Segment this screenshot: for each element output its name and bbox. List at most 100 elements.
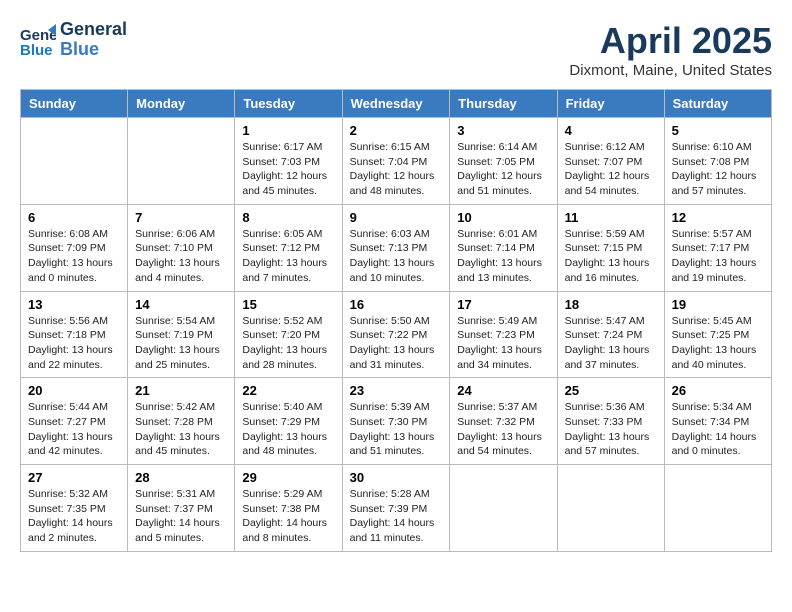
calendar-week-row: 20Sunrise: 5:44 AM Sunset: 7:27 PM Dayli…	[21, 378, 772, 465]
calendar-cell: 23Sunrise: 5:39 AM Sunset: 7:30 PM Dayli…	[342, 378, 450, 465]
calendar-cell: 25Sunrise: 5:36 AM Sunset: 7:33 PM Dayli…	[557, 378, 664, 465]
calendar-cell: 3 Sunrise: 6:14 AM Sunset: 7:05 PM Daylig…	[450, 118, 557, 205]
weekday-header-wednesday: Wednesday	[342, 90, 450, 118]
day-number: 28	[135, 470, 227, 485]
day-number: 10	[457, 210, 549, 225]
day-info: Sunrise: 5:29 AM Sunset: 7:38 PM Dayligh…	[242, 487, 334, 546]
day-info: Sunrise: 6:12 AM Sunset: 7:07 PM Dayligh…	[565, 140, 657, 199]
day-number: 18	[565, 297, 657, 312]
day-number: 13	[28, 297, 120, 312]
day-info: Sunrise: 6:17 AM Sunset: 7:03 PM Dayligh…	[242, 140, 334, 199]
day-number: 29	[242, 470, 334, 485]
calendar-cell	[21, 118, 128, 205]
day-number: 8	[242, 210, 334, 225]
day-info: Sunrise: 5:34 AM Sunset: 7:34 PM Dayligh…	[672, 400, 764, 459]
calendar-cell: 19 Sunrise: 5:45 AM Sunset: 7:25 PM Dayli…	[664, 291, 771, 378]
day-info: Sunrise: 5:52 AM Sunset: 7:20 PM Dayligh…	[242, 314, 334, 373]
day-info: Sunrise: 5:49 AM Sunset: 7:23 PM Dayligh…	[457, 314, 549, 373]
day-number: 14	[135, 297, 227, 312]
day-info: Sunrise: 5:31 AM Sunset: 7:37 PM Dayligh…	[135, 487, 227, 546]
calendar-cell: 11 Sunrise: 5:59 AM Sunset: 7:15 PM Dayli…	[557, 204, 664, 291]
calendar-cell	[128, 118, 235, 205]
day-number: 9	[350, 210, 443, 225]
calendar-cell: 27 Sunrise: 5:32 AM Sunset: 7:35 PM Dayli…	[21, 465, 128, 552]
day-number: 25	[565, 383, 657, 398]
calendar-cell: 15Sunrise: 5:52 AM Sunset: 7:20 PM Dayli…	[235, 291, 342, 378]
month-title: April 2025	[569, 20, 772, 62]
calendar-cell: 14 Sunrise: 5:54 AM Sunset: 7:19 PM Dayli…	[128, 291, 235, 378]
day-info: Sunrise: 6:06 AM Sunset: 7:10 PM Dayligh…	[135, 227, 227, 286]
logo-text-line2: Blue	[60, 40, 127, 60]
calendar-cell: 4 Sunrise: 6:12 AM Sunset: 7:07 PM Daylig…	[557, 118, 664, 205]
day-info: Sunrise: 5:47 AM Sunset: 7:24 PM Dayligh…	[565, 314, 657, 373]
calendar-cell: 22 Sunrise: 5:40 AM Sunset: 7:29 PM Dayli…	[235, 378, 342, 465]
day-number: 19	[672, 297, 764, 312]
calendar-cell	[557, 465, 664, 552]
day-number: 2	[350, 123, 443, 138]
calendar-cell: 30 Sunrise: 5:28 AM Sunset: 7:39 PM Dayli…	[342, 465, 450, 552]
logo-text-line1: General	[60, 20, 127, 40]
day-number: 7	[135, 210, 227, 225]
calendar-cell: 5 Sunrise: 6:10 AM Sunset: 7:08 PM Daylig…	[664, 118, 771, 205]
day-info: Sunrise: 6:08 AM Sunset: 7:09 PM Dayligh…	[28, 227, 120, 286]
day-info: Sunrise: 5:40 AM Sunset: 7:29 PM Dayligh…	[242, 400, 334, 459]
day-info: Sunrise: 5:37 AM Sunset: 7:32 PM Dayligh…	[457, 400, 549, 459]
day-info: Sunrise: 5:54 AM Sunset: 7:19 PM Dayligh…	[135, 314, 227, 373]
calendar-cell: 18 Sunrise: 5:47 AM Sunset: 7:24 PM Dayli…	[557, 291, 664, 378]
calendar-cell	[450, 465, 557, 552]
day-number: 21	[135, 383, 227, 398]
day-number: 4	[565, 123, 657, 138]
day-number: 11	[565, 210, 657, 225]
calendar-week-row: 6 Sunrise: 6:08 AM Sunset: 7:09 PM Daylig…	[21, 204, 772, 291]
calendar-cell: 20Sunrise: 5:44 AM Sunset: 7:27 PM Dayli…	[21, 378, 128, 465]
calendar-week-row: 1 Sunrise: 6:17 AM Sunset: 7:03 PM Daylig…	[21, 118, 772, 205]
calendar-cell: 7 Sunrise: 6:06 AM Sunset: 7:10 PM Daylig…	[128, 204, 235, 291]
day-number: 3	[457, 123, 549, 138]
day-number: 27	[28, 470, 120, 485]
calendar-cell	[664, 465, 771, 552]
calendar-cell: 17 Sunrise: 5:49 AM Sunset: 7:23 PM Dayli…	[450, 291, 557, 378]
day-info: Sunrise: 5:56 AM Sunset: 7:18 PM Dayligh…	[28, 314, 120, 373]
svg-text:Blue: Blue	[20, 42, 53, 58]
weekday-header-friday: Friday	[557, 90, 664, 118]
weekday-header-sunday: Sunday	[21, 90, 128, 118]
weekday-header-row: SundayMondayTuesdayWednesdayThursdayFrid…	[21, 90, 772, 118]
day-info: Sunrise: 5:45 AM Sunset: 7:25 PM Dayligh…	[672, 314, 764, 373]
day-info: Sunrise: 5:28 AM Sunset: 7:39 PM Dayligh…	[350, 487, 443, 546]
logo: General Blue General Blue	[20, 20, 127, 60]
weekday-header-tuesday: Tuesday	[235, 90, 342, 118]
title-block: April 2025 Dixmont, Maine, United States	[569, 20, 772, 79]
day-info: Sunrise: 5:32 AM Sunset: 7:35 PM Dayligh…	[28, 487, 120, 546]
calendar-cell: 21Sunrise: 5:42 AM Sunset: 7:28 PM Dayli…	[128, 378, 235, 465]
day-number: 6	[28, 210, 120, 225]
calendar-cell: 1 Sunrise: 6:17 AM Sunset: 7:03 PM Daylig…	[235, 118, 342, 205]
calendar-cell: 24 Sunrise: 5:37 AM Sunset: 7:32 PM Dayli…	[450, 378, 557, 465]
calendar-cell: 26Sunrise: 5:34 AM Sunset: 7:34 PM Dayli…	[664, 378, 771, 465]
day-info: Sunrise: 5:44 AM Sunset: 7:27 PM Dayligh…	[28, 400, 120, 459]
calendar-cell: 13 Sunrise: 5:56 AM Sunset: 7:18 PM Dayli…	[21, 291, 128, 378]
day-number: 5	[672, 123, 764, 138]
logo-icon: General Blue	[20, 22, 56, 58]
day-number: 24	[457, 383, 549, 398]
day-number: 22	[242, 383, 334, 398]
calendar-cell: 28 Sunrise: 5:31 AM Sunset: 7:37 PM Dayli…	[128, 465, 235, 552]
calendar-cell: 29 Sunrise: 5:29 AM Sunset: 7:38 PM Dayli…	[235, 465, 342, 552]
day-number: 30	[350, 470, 443, 485]
calendar-cell: 16Sunrise: 5:50 AM Sunset: 7:22 PM Dayli…	[342, 291, 450, 378]
calendar-table: SundayMondayTuesdayWednesdayThursdayFrid…	[20, 89, 772, 552]
calendar-cell: 6 Sunrise: 6:08 AM Sunset: 7:09 PM Daylig…	[21, 204, 128, 291]
day-info: Sunrise: 6:05 AM Sunset: 7:12 PM Dayligh…	[242, 227, 334, 286]
day-info: Sunrise: 5:59 AM Sunset: 7:15 PM Dayligh…	[565, 227, 657, 286]
calendar-cell: 12Sunrise: 5:57 AM Sunset: 7:17 PM Dayli…	[664, 204, 771, 291]
weekday-header-monday: Monday	[128, 90, 235, 118]
day-number: 1	[242, 123, 334, 138]
day-number: 12	[672, 210, 764, 225]
day-info: Sunrise: 6:01 AM Sunset: 7:14 PM Dayligh…	[457, 227, 549, 286]
day-number: 17	[457, 297, 549, 312]
day-number: 23	[350, 383, 443, 398]
day-info: Sunrise: 6:10 AM Sunset: 7:08 PM Dayligh…	[672, 140, 764, 199]
page-header: General Blue General Blue April 2025 Dix…	[20, 20, 772, 79]
day-info: Sunrise: 6:14 AM Sunset: 7:05 PM Dayligh…	[457, 140, 549, 199]
day-info: Sunrise: 6:15 AM Sunset: 7:04 PM Dayligh…	[350, 140, 443, 199]
day-info: Sunrise: 5:50 AM Sunset: 7:22 PM Dayligh…	[350, 314, 443, 373]
